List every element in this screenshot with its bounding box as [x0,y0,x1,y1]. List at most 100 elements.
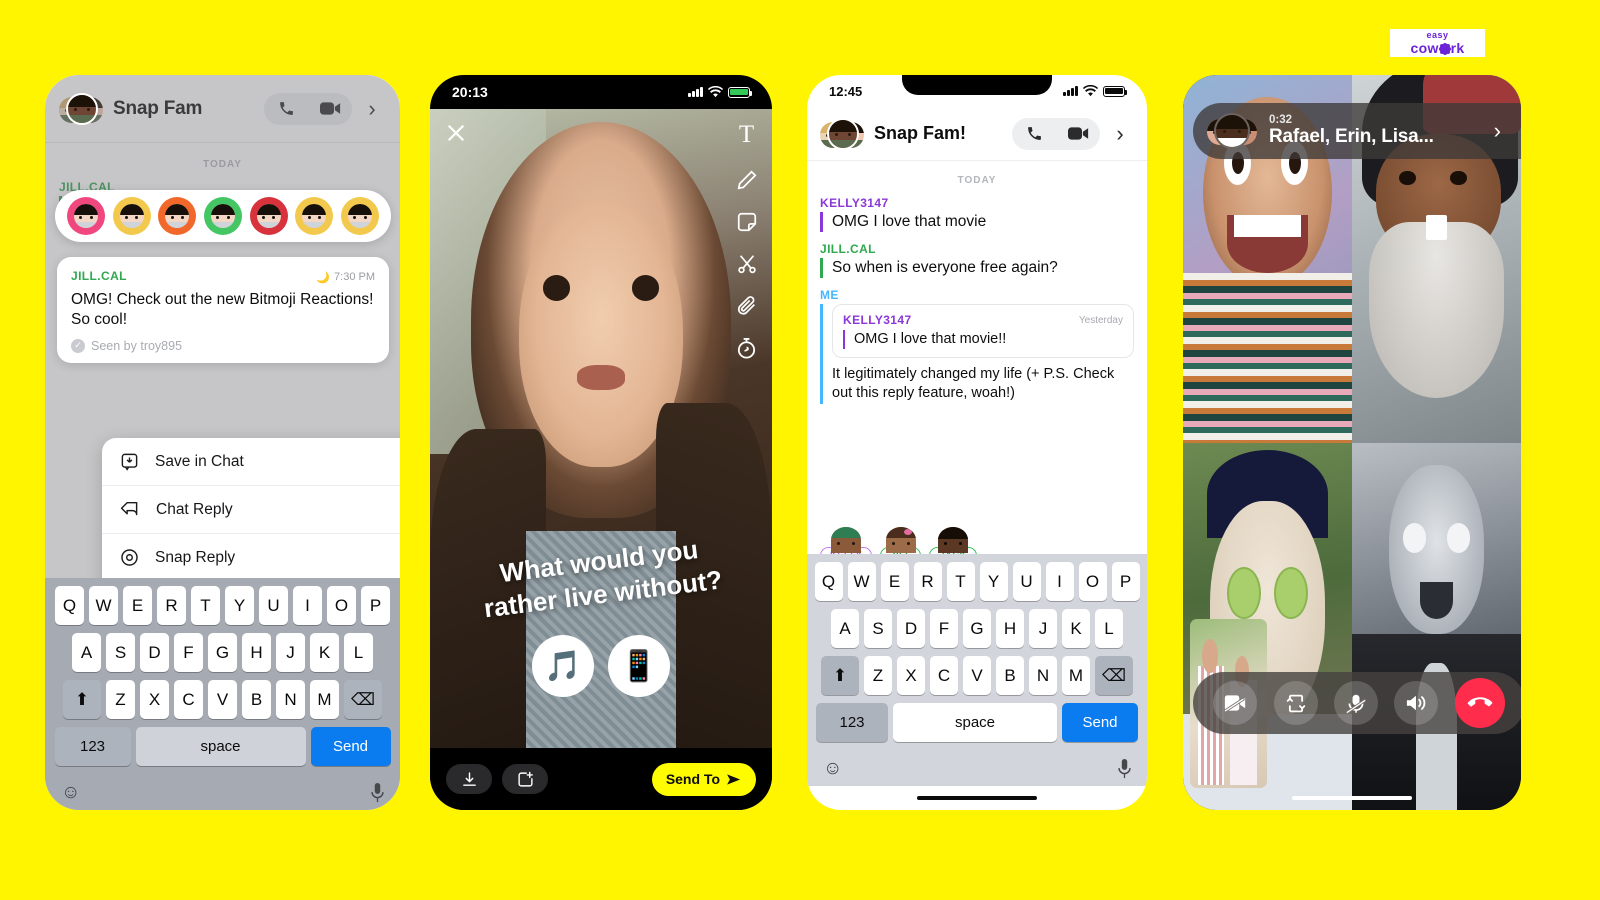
phone-choice[interactable]: 📱 [608,635,670,697]
shift-key[interactable]: ⬆ [821,656,859,695]
key-p[interactable]: P [361,586,390,625]
call-header[interactable]: 0:32 Rafael, Erin, Lisa... › [1193,103,1521,159]
quoted-message-card[interactable]: KELLY3147 Yesterday OMG I love that movi… [832,304,1134,359]
phone3-keyboard[interactable]: QWERTYUIOP ASDFGHJKL ⬆ ZXCVBNM ⌫ 123 spa… [807,554,1147,786]
key-y[interactable]: Y [225,586,254,625]
music-choice[interactable]: 🎵 [532,635,594,697]
key-z[interactable]: Z [864,656,892,695]
key-m[interactable]: M [310,680,339,719]
key-e[interactable]: E [880,562,909,601]
key-b[interactable]: B [996,656,1024,695]
send-to-button[interactable]: Send To [651,762,756,796]
menu-item-save-in-chat[interactable]: Save in Chat [102,438,400,486]
video-camera-icon[interactable] [1056,117,1100,150]
speaker-button[interactable] [1394,681,1439,725]
video-tile-3[interactable] [1183,442,1352,810]
flip-camera-button[interactable] [1273,681,1318,725]
send-key[interactable]: Send [310,727,391,766]
scissors-tool-icon[interactable] [736,253,758,275]
message-row[interactable]: JILL.CAL So when is everyone free again? [820,242,1134,279]
key-p[interactable]: P [1111,562,1140,601]
close-x-icon[interactable] [446,123,466,148]
shocked-reaction[interactable] [341,197,380,235]
call-controls[interactable] [1193,672,1521,734]
download-icon[interactable] [446,764,492,794]
chevron-right-icon[interactable]: › [1494,118,1507,144]
key-j[interactable]: J [1029,609,1057,648]
phone-icon[interactable] [1012,117,1056,150]
toggle-video-button[interactable] [1213,681,1258,725]
key-s[interactable]: S [106,633,135,672]
key-s[interactable]: S [864,609,892,648]
key-h[interactable]: H [996,609,1024,648]
key-h[interactable]: H [242,633,271,672]
key-v[interactable]: V [208,680,237,719]
chevron-right-icon[interactable]: › [1106,121,1134,147]
key-d[interactable]: D [897,609,925,648]
key-l[interactable]: L [344,633,373,672]
key-u[interactable]: U [259,586,288,625]
space-key[interactable]: space [135,727,306,766]
backspace-key[interactable]: ⌫ [344,680,382,719]
key-o[interactable]: O [1078,562,1107,601]
backspace-key[interactable]: ⌫ [1095,656,1133,695]
laughing-reaction[interactable] [112,197,151,235]
key-c[interactable]: C [930,656,958,695]
message-row[interactable]: KELLY3147 OMG I love that movie [820,196,1134,233]
key-w[interactable]: W [89,586,118,625]
key-n[interactable]: N [276,680,305,719]
key-l[interactable]: L [1095,609,1123,648]
key-g[interactable]: G [208,633,237,672]
key-q[interactable]: Q [814,562,843,601]
my-message-row[interactable]: ME KELLY3147 Yesterday OMG I love that m… [820,288,1134,404]
key-d[interactable]: D [140,633,169,672]
key-n[interactable]: N [1029,656,1057,695]
microphone-icon[interactable] [1118,759,1131,779]
key-w[interactable]: W [847,562,876,601]
send-key[interactable]: Send [1062,703,1138,742]
key-e[interactable]: E [123,586,152,625]
sticker-tool-icon[interactable] [736,211,758,233]
key-u[interactable]: U [1012,562,1041,601]
video-tile-4[interactable] [1352,442,1521,810]
sad-reaction[interactable] [295,197,334,235]
fire-reaction[interactable] [158,197,197,235]
text-tool-icon[interactable]: T [739,121,754,149]
key-c[interactable]: C [174,680,203,719]
key-t[interactable]: T [946,562,975,601]
end-call-button[interactable] [1454,678,1505,728]
key-f[interactable]: F [174,633,203,672]
draw-pencil-icon[interactable] [736,169,758,191]
key-g[interactable]: G [963,609,991,648]
key-i[interactable]: I [1045,562,1074,601]
key-m[interactable]: M [1062,656,1090,695]
toggle-mic-button[interactable] [1333,681,1378,725]
snap-tool-palette[interactable]: T [735,121,758,360]
thumbs-down-reaction[interactable] [249,197,288,235]
key-y[interactable]: Y [979,562,1008,601]
snap-choice-stickers[interactable]: 🎵 📱 [532,635,670,697]
key-z[interactable]: Z [106,680,135,719]
microphone-icon[interactable] [371,783,384,803]
emoji-icon[interactable]: ☺ [823,758,842,780]
key-x[interactable]: X [897,656,925,695]
key-v[interactable]: V [963,656,991,695]
key-x[interactable]: X [140,680,169,719]
paperclip-attach-icon[interactable] [736,295,758,317]
numbers-key[interactable]: 123 [816,703,888,742]
key-q[interactable]: Q [55,586,84,625]
key-a[interactable]: A [831,609,859,648]
key-o[interactable]: O [327,586,356,625]
key-a[interactable]: A [72,633,101,672]
focused-message-card[interactable]: JILL.CAL 🌙 7:30 PM OMG! Check out the ne… [57,257,389,363]
heart-reaction[interactable] [66,197,105,235]
key-k[interactable]: K [310,633,339,672]
numbers-key[interactable]: 123 [54,727,131,766]
key-k[interactable]: K [1062,609,1090,648]
menu-item-chat-reply[interactable]: Chat Reply [102,486,400,534]
key-j[interactable]: J [276,633,305,672]
menu-item-snap-reply[interactable]: Snap Reply [102,534,400,582]
key-b[interactable]: B [242,680,271,719]
key-f[interactable]: F [930,609,958,648]
phone1-keyboard[interactable]: QWERTYUIOP ASDFGHJKL ⬆ ZXCVBNM ⌫ 123 spa… [45,578,400,810]
